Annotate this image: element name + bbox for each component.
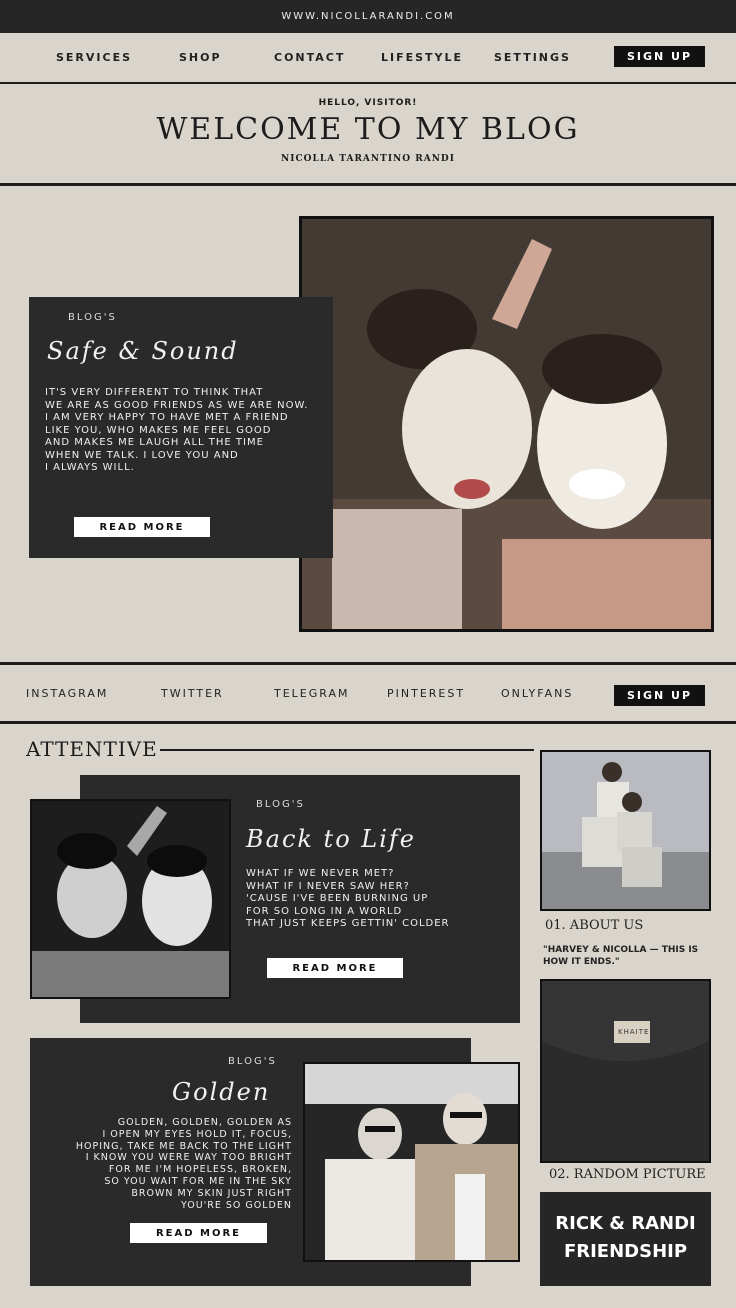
greeting: HELLO, VISITOR! — [318, 98, 418, 108]
post-kicker: BLOG'S — [256, 799, 305, 810]
photo-sweater: KHAITE — [540, 979, 711, 1163]
nav-item-lifestyle[interactable]: LIFESTYLE — [381, 51, 463, 64]
about-caption[interactable]: 01. ABOUT US — [545, 918, 643, 933]
post-title[interactable]: Golden — [172, 1078, 270, 1106]
author-name: NICOLLA TARANTINO RANDI — [281, 154, 455, 164]
social-twitter[interactable]: TWITTER — [161, 687, 224, 700]
post-body: IT'S VERY DIFFERENT TO THINK THAT WE ARE… — [45, 387, 309, 473]
photo-friends-sitting — [540, 750, 711, 911]
post-title[interactable]: Safe & Sound — [47, 337, 239, 365]
post-body: WHAT IF WE NEVER MET? WHAT IF I NEVER SA… — [246, 868, 450, 929]
site-url-bar: WWW.NICOLLARANDI.COM — [0, 0, 736, 33]
social-pinterest[interactable]: PINTEREST — [387, 687, 465, 700]
random-caption[interactable]: 02. RANDOM PICTURE — [549, 1167, 706, 1182]
social-onlyfans[interactable]: ONLYFANS — [501, 687, 573, 700]
page-header: HELLO, VISITOR! WELCOME TO MY BLOG NICOL… — [0, 86, 736, 186]
section-divider — [160, 749, 534, 751]
post-title[interactable]: Back to Life — [246, 825, 416, 853]
post-kicker: BLOG'S — [68, 312, 117, 323]
section-title: ATTENTIVE — [26, 737, 158, 761]
post-kicker: BLOG'S — [228, 1056, 277, 1067]
about-quote: "HARVEY & NICOLLA — THIS IS HOW IT ENDS.… — [543, 945, 699, 967]
car-photo-illustration — [305, 1064, 518, 1260]
photo-friends-face-masks — [299, 216, 714, 632]
photo-friends-bw — [30, 799, 231, 999]
nav-item-shop[interactable]: SHOP — [179, 51, 222, 64]
read-more-button[interactable]: READ MORE — [130, 1223, 267, 1243]
site-url[interactable]: WWW.NICOLLARANDI.COM — [281, 11, 454, 22]
social-signup-button[interactable]: SIGN UP — [614, 685, 705, 706]
nav-item-settings[interactable]: SETTINGS — [494, 51, 571, 64]
badge-line-2: FRIENDSHIP — [563, 1241, 688, 1262]
sweater-photo-illustration — [542, 981, 709, 1161]
social-instagram[interactable]: INSTAGRAM — [26, 687, 108, 700]
read-more-button[interactable]: READ MORE — [267, 958, 403, 978]
social-telegram[interactable]: TELEGRAM — [274, 687, 350, 700]
friendship-badge: RICK & RANDI FRIENDSHIP — [540, 1192, 711, 1286]
post-body: GOLDEN, GOLDEN, GOLDEN AS I OPEN MY EYES… — [75, 1117, 292, 1211]
nav-item-services[interactable]: SERVICES — [56, 51, 132, 64]
nav-signup-button[interactable]: SIGN UP — [614, 46, 705, 67]
post-card-safe-sound: BLOG'S Safe & Sound IT'S VERY DIFFERENT … — [29, 297, 333, 558]
photo-friends-car — [303, 1062, 520, 1262]
bw-photo-illustration — [32, 801, 229, 997]
sweater-label: KHAITE — [618, 1028, 650, 1036]
main-nav: SERVICES SHOP CONTACT LIFESTYLE SETTINGS… — [0, 34, 736, 84]
hero-photo-illustration — [302, 219, 711, 629]
social-nav: INSTAGRAM TWITTER TELEGRAM PINTEREST ONL… — [0, 662, 736, 724]
sitting-photo-illustration — [542, 752, 709, 909]
read-more-button[interactable]: READ MORE — [74, 517, 210, 537]
nav-item-contact[interactable]: CONTACT — [274, 51, 345, 64]
badge-line-1: RICK & RANDI — [555, 1213, 696, 1234]
page-title: WELCOME TO MY BLOG — [156, 112, 580, 147]
